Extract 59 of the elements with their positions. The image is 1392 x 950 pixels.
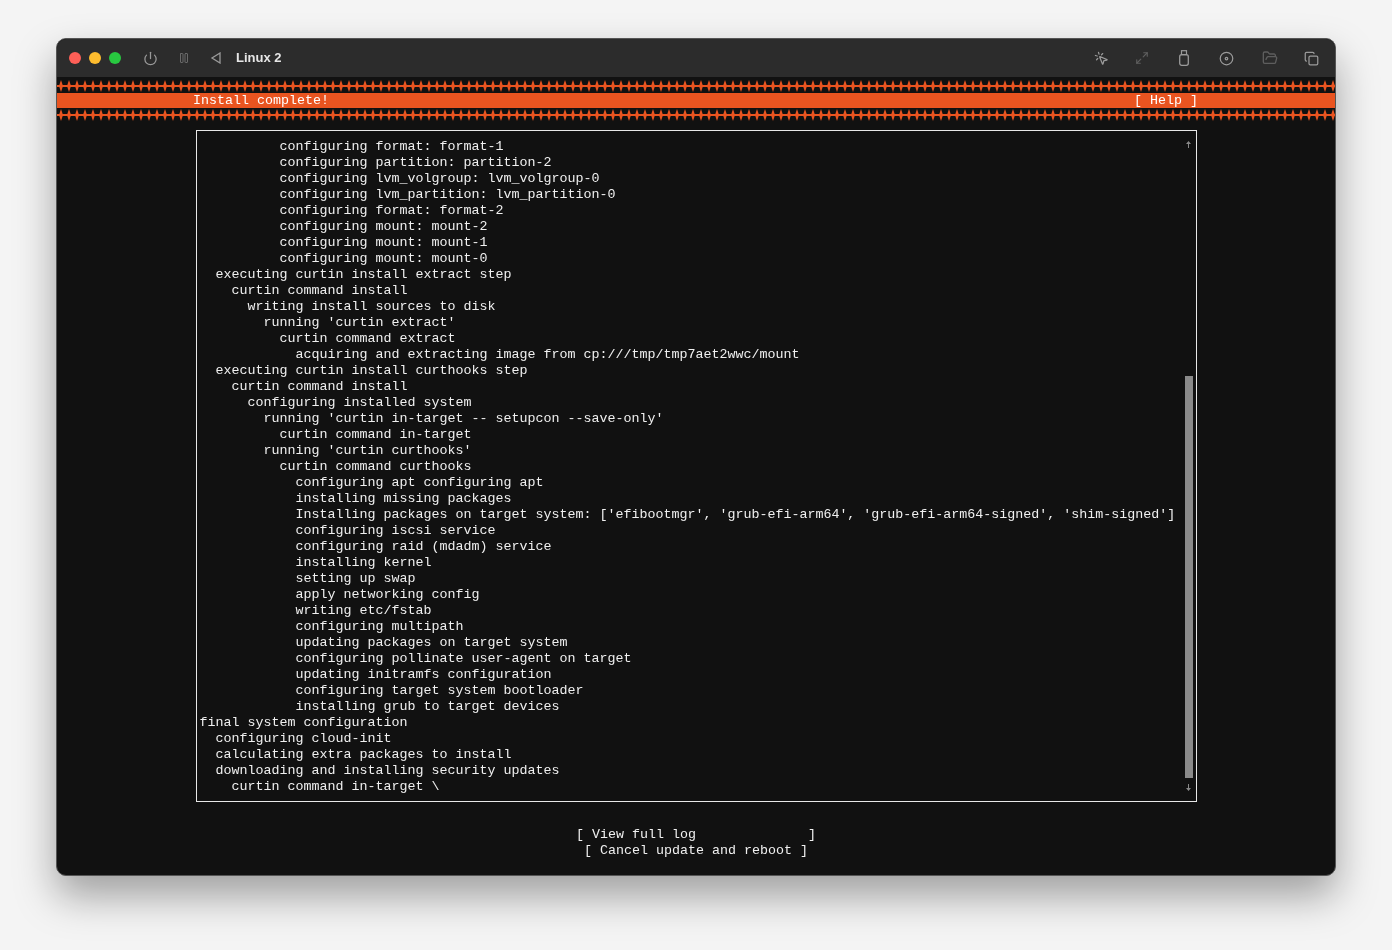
- log-line: installing missing packages: [295, 491, 512, 506]
- header-title: Install complete!: [193, 93, 329, 108]
- menu-button[interactable]: [ View full log ]: [576, 827, 816, 843]
- log-line: configuring apt configuring apt: [295, 475, 544, 490]
- scroll-down-icon[interactable]: [1186, 784, 1191, 791]
- log-line: updating packages on target system: [295, 635, 568, 650]
- log-line: configuring lvm_partition: lvm_partition-0: [279, 187, 616, 202]
- minimize-button[interactable]: [89, 52, 101, 64]
- log-line: configuring mount: mount-2: [279, 219, 488, 234]
- log-line: configuring format: format-2: [279, 203, 504, 218]
- log-line: configuring raid (mdadm) service: [295, 539, 552, 554]
- log-line: configuring pollinate user-agent on target: [295, 651, 632, 666]
- log-line: configuring mount: mount-0: [279, 251, 488, 266]
- log-line: configuring cloud-init: [215, 731, 392, 746]
- log-line: running 'curtin in-target -- setupcon --save-only': [263, 411, 664, 426]
- log-line: writing install sources to disk: [247, 299, 496, 314]
- menu-button[interactable]: [ Cancel update and reboot ]: [584, 843, 808, 859]
- log-line: apply networking config: [295, 587, 480, 602]
- log-line: configuring multipath: [295, 619, 464, 634]
- log-line: curtin command in-target: [279, 427, 472, 442]
- pause-icon[interactable]: [178, 52, 190, 64]
- windows-icon[interactable]: [1304, 50, 1319, 66]
- power-icon[interactable]: [143, 50, 158, 66]
- log-line: curtin command in-target \: [231, 779, 440, 794]
- log-line: setting up swap: [295, 571, 416, 586]
- log-line: configuring target system bootloader: [295, 683, 584, 698]
- log-line: running 'curtin extract': [263, 315, 456, 330]
- log-line: configuring format: format-1: [279, 139, 504, 154]
- log-line: executing curtin install curthooks step: [215, 363, 528, 378]
- log-line: curtin command curthooks: [279, 459, 472, 474]
- log-line: curtin command install: [231, 283, 408, 298]
- log-line: final system configuration: [199, 715, 408, 730]
- log-line: configuring mount: mount-1: [279, 235, 488, 250]
- log-line: curtin command install: [231, 379, 408, 394]
- scroll-up-icon[interactable]: [1186, 141, 1191, 148]
- log-line: configuring lvm_volgroup: lvm_volgroup-0: [279, 171, 600, 186]
- log-line: installing grub to target devices: [295, 699, 560, 714]
- log-line: curtin command extract: [279, 331, 456, 346]
- help-button[interactable]: [ Help ]: [1134, 93, 1198, 108]
- log-line: calculating extra packages to install: [215, 747, 512, 762]
- back-triangle-icon[interactable]: [210, 52, 222, 64]
- log-line: Installing packages on target system: ['efibootmgr', 'grub-efi-arm64', 'grub-efi-arm64-signed', 'shim-signed']: [295, 507, 1176, 522]
- zoom-button[interactable]: [109, 52, 121, 64]
- cursor-click-icon[interactable]: [1094, 50, 1109, 66]
- log-line: downloading and installing security updates: [215, 763, 560, 778]
- log-line: installing kernel: [295, 555, 432, 570]
- close-button[interactable]: [69, 52, 81, 64]
- log-line: configuring installed system: [247, 395, 472, 410]
- log-line: writing etc/fstab: [295, 603, 432, 618]
- log-line: configuring partition: partition-2: [279, 155, 552, 170]
- scrollbar-thumb[interactable]: [1184, 376, 1193, 778]
- log-line: executing curtin install extract step: [215, 267, 512, 282]
- log-line: updating initramfs configuration: [295, 667, 552, 682]
- window-title: Linux 2: [236, 49, 282, 68]
- log-line: acquiring and extracting image from cp:///tmp/tmp7aet2wwc/mount: [295, 347, 800, 362]
- disc-icon[interactable]: [1219, 50, 1234, 66]
- log-line: configuring iscsi service: [295, 523, 496, 538]
- usb-drive-icon[interactable]: [1179, 50, 1189, 66]
- log-line: running 'curtin curthooks': [263, 443, 472, 458]
